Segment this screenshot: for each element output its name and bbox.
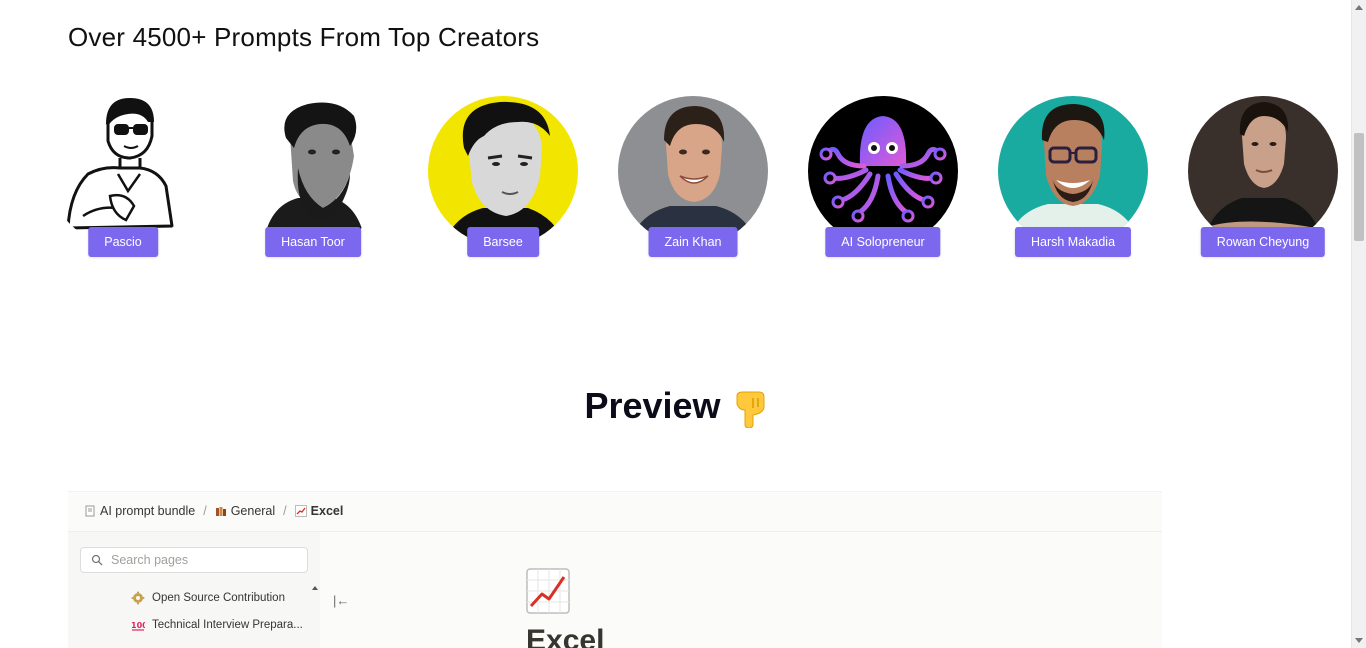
backhand-index-pointing-down-icon (736, 391, 765, 429)
chart-increasing-icon (294, 505, 307, 517)
creator-name-tag[interactable]: Rowan Cheyung (1200, 227, 1326, 257)
sidebar-item-label: Open Source Contribution (152, 592, 285, 604)
svg-text:100: 100 (131, 621, 145, 630)
scroll-up-arrow-icon[interactable] (1355, 5, 1363, 10)
breadcrumb: AI prompt bundle / General / Excel (84, 504, 343, 518)
man-glasses-teal-avatar (998, 96, 1148, 246)
sidebar-scrollbar[interactable] (310, 582, 320, 648)
creators-section-title: Over 4500+ Prompts From Top Creators (68, 22, 540, 52)
notion-sidebar: Search pages Open Source Contribution 10… (68, 532, 320, 648)
creator-name-tag[interactable]: Hasan Toor (265, 227, 361, 257)
scrollbar-thumb[interactable] (1354, 133, 1364, 241)
man-yellow-background-avatar (428, 96, 578, 246)
sidebar-item-technical-interview[interactable]: 100 Technical Interview Prepara... (131, 618, 303, 632)
search-pages-input[interactable]: Search pages (80, 547, 308, 573)
sidebar-item-label: Technical Interview Prepara... (152, 619, 303, 631)
breadcrumb-separator: / (203, 504, 207, 518)
notion-preview-frame: AI prompt bundle / General / Excel Searc… (68, 491, 1162, 648)
scroll-down-arrow-icon[interactable] (1355, 638, 1363, 643)
search-placeholder: Search pages (111, 553, 189, 567)
breadcrumb-item-general[interactable]: General (215, 504, 275, 518)
octopus-logo-avatar (808, 96, 958, 246)
creator-name-tag[interactable]: AI Solopreneur (825, 227, 941, 257)
creator-name-tag[interactable]: Barsee (467, 227, 539, 257)
scroll-up-icon[interactable] (312, 586, 318, 590)
creator-card-barsee[interactable]: Barsee (428, 96, 578, 261)
search-icon (91, 554, 103, 566)
breadcrumb-label: Excel (310, 504, 344, 518)
creators-row: Pascio Hasan Toor Barsee Zain Khan AI So… (48, 96, 1348, 266)
page-title: Excel (526, 624, 605, 648)
creator-card-zain-khan[interactable]: Zain Khan (618, 96, 768, 261)
hundred-points-icon: 100 (131, 621, 145, 631)
bearded-man-avatar (238, 96, 388, 246)
collapse-sidebar-button[interactable]: |← (333, 593, 349, 608)
sidebar-item-open-source-contribution[interactable]: Open Source Contribution (131, 591, 285, 605)
breadcrumb-item-excel[interactable]: Excel (294, 504, 344, 518)
breadcrumb-label: AI prompt bundle (100, 504, 196, 518)
creator-card-rowan-cheyung[interactable]: Rowan Cheyung (1188, 96, 1338, 261)
breadcrumb-item-ai-prompt-bundle[interactable]: AI prompt bundle (84, 504, 195, 518)
cartoon-sunglasses-avatar (48, 96, 198, 246)
creator-card-hasan-toor[interactable]: Hasan Toor (238, 96, 388, 261)
preview-heading-text: Preview (584, 385, 721, 426)
man-dark-background-avatar (1188, 96, 1338, 246)
creator-name-tag[interactable]: Zain Khan (648, 227, 738, 257)
books-icon (215, 507, 226, 516)
creator-name-tag[interactable]: Pascio (88, 227, 158, 257)
breadcrumb-separator: / (283, 504, 287, 518)
smiling-man-avatar (618, 96, 768, 246)
creator-card-harsh-makadia[interactable]: Harsh Makadia (998, 96, 1148, 261)
breadcrumb-label: General (230, 504, 276, 518)
gear-icon (131, 591, 145, 605)
creator-name-tag[interactable]: Harsh Makadia (1014, 227, 1132, 257)
document-icon (85, 505, 95, 517)
chart-increasing-icon (526, 568, 570, 614)
creator-card-pascio[interactable]: Pascio (48, 96, 198, 261)
page-scrollbar[interactable] (1351, 0, 1366, 648)
landing-page: Over 4500+ Prompts From Top Creators Pas… (0, 0, 1366, 648)
creator-card-ai-solopreneur[interactable]: AI Solopreneur (808, 96, 958, 261)
preview-heading: Preview (0, 385, 1351, 429)
